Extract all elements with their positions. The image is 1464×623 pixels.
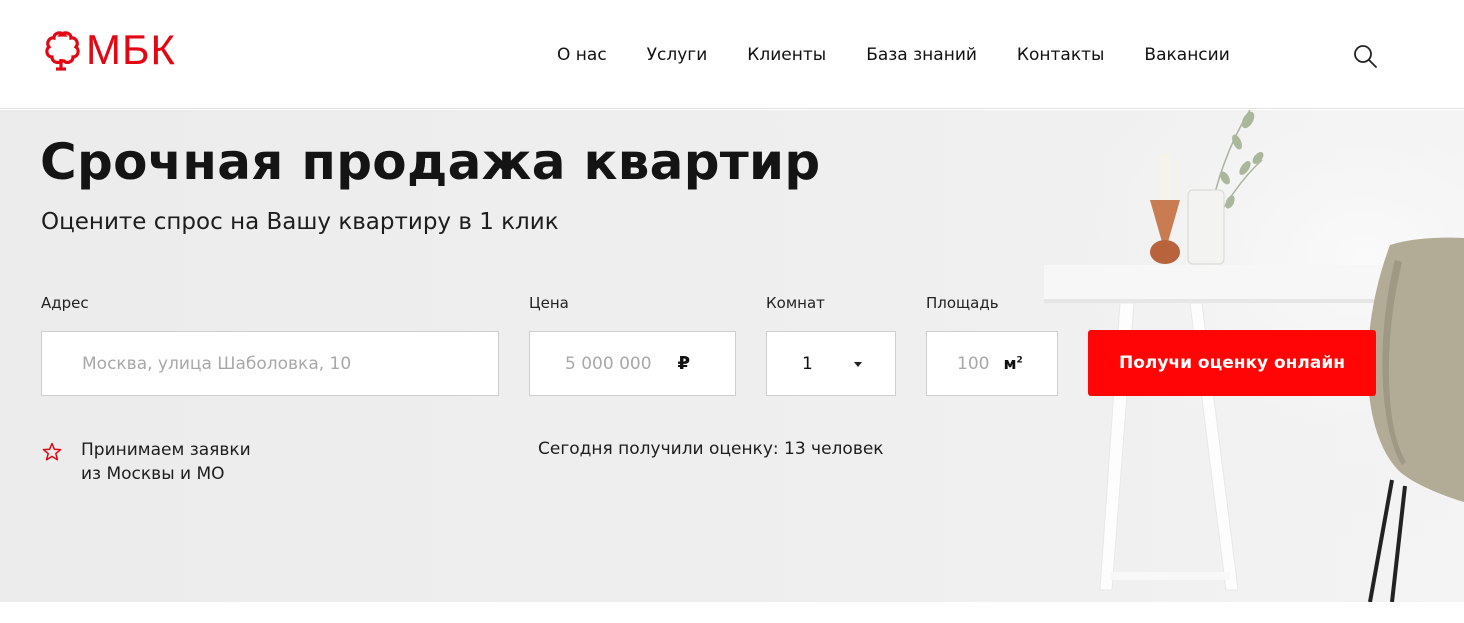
price-input[interactable]: 5 000 000 ₽ bbox=[529, 331, 736, 396]
nav-item-knowledge-base[interactable]: База знаний bbox=[866, 44, 977, 66]
area-unit-sup: 2 bbox=[1016, 355, 1023, 366]
nav-item-about[interactable]: О нас bbox=[557, 44, 607, 66]
address-placeholder: Москва, улица Шаболовка, 10 bbox=[82, 353, 352, 374]
nav-item-services[interactable]: Услуги bbox=[647, 44, 708, 66]
area-placeholder: 100 bbox=[957, 353, 990, 374]
site-header: МБК О нас Услуги Клиенты База знаний Кон… bbox=[0, 0, 1464, 109]
nav-item-vacancies[interactable]: Вакансии bbox=[1144, 44, 1229, 66]
area-unit: м2 bbox=[1003, 354, 1022, 373]
nav-item-contacts[interactable]: Контакты bbox=[1017, 44, 1105, 66]
address-input[interactable]: Москва, улица Шаболовка, 10 bbox=[41, 331, 499, 396]
brand-name: МБК bbox=[86, 26, 177, 73]
star-icon bbox=[42, 442, 62, 461]
address-label: Адрес bbox=[41, 294, 89, 312]
region-note-line-1: Принимаем заявки bbox=[81, 440, 251, 460]
page-bottom bbox=[0, 602, 1464, 623]
estimates-counter: Сегодня получили оценку: 13 человек bbox=[538, 439, 884, 459]
search-icon bbox=[1354, 45, 1377, 68]
main-nav: О нас Услуги Клиенты База знаний Контакт… bbox=[557, 44, 1230, 66]
page-subtitle: Оцените спрос на Вашу квартиру в 1 клик bbox=[41, 209, 559, 235]
brand-tree-icon bbox=[45, 31, 80, 71]
rooms-value: 1 bbox=[802, 353, 813, 374]
page-title: Срочная продажа квартир bbox=[40, 133, 821, 191]
rooms-select[interactable]: 1 bbox=[766, 331, 896, 396]
price-currency: ₽ bbox=[677, 353, 691, 374]
get-estimate-button[interactable]: Получи оценку онлайн bbox=[1088, 330, 1376, 396]
nav-item-clients[interactable]: Клиенты bbox=[747, 44, 826, 66]
search-button[interactable] bbox=[1352, 43, 1378, 69]
area-input[interactable]: 100 м2 bbox=[926, 331, 1058, 396]
area-unit-base: м bbox=[1003, 354, 1017, 373]
hero-section: Срочная продажа квартир Оцените спрос на… bbox=[0, 110, 1464, 602]
logo[interactable]: МБК bbox=[40, 28, 176, 72]
price-label: Цена bbox=[529, 294, 569, 312]
region-note: Принимаем заявки из Москвы и МО bbox=[81, 438, 251, 486]
price-placeholder: 5 000 000 bbox=[565, 353, 652, 374]
area-label: Площадь bbox=[926, 294, 999, 312]
region-note-line-2: из Москвы и МО bbox=[81, 464, 225, 484]
rooms-label: Комнат bbox=[766, 294, 825, 312]
chevron-down-icon bbox=[854, 362, 862, 367]
